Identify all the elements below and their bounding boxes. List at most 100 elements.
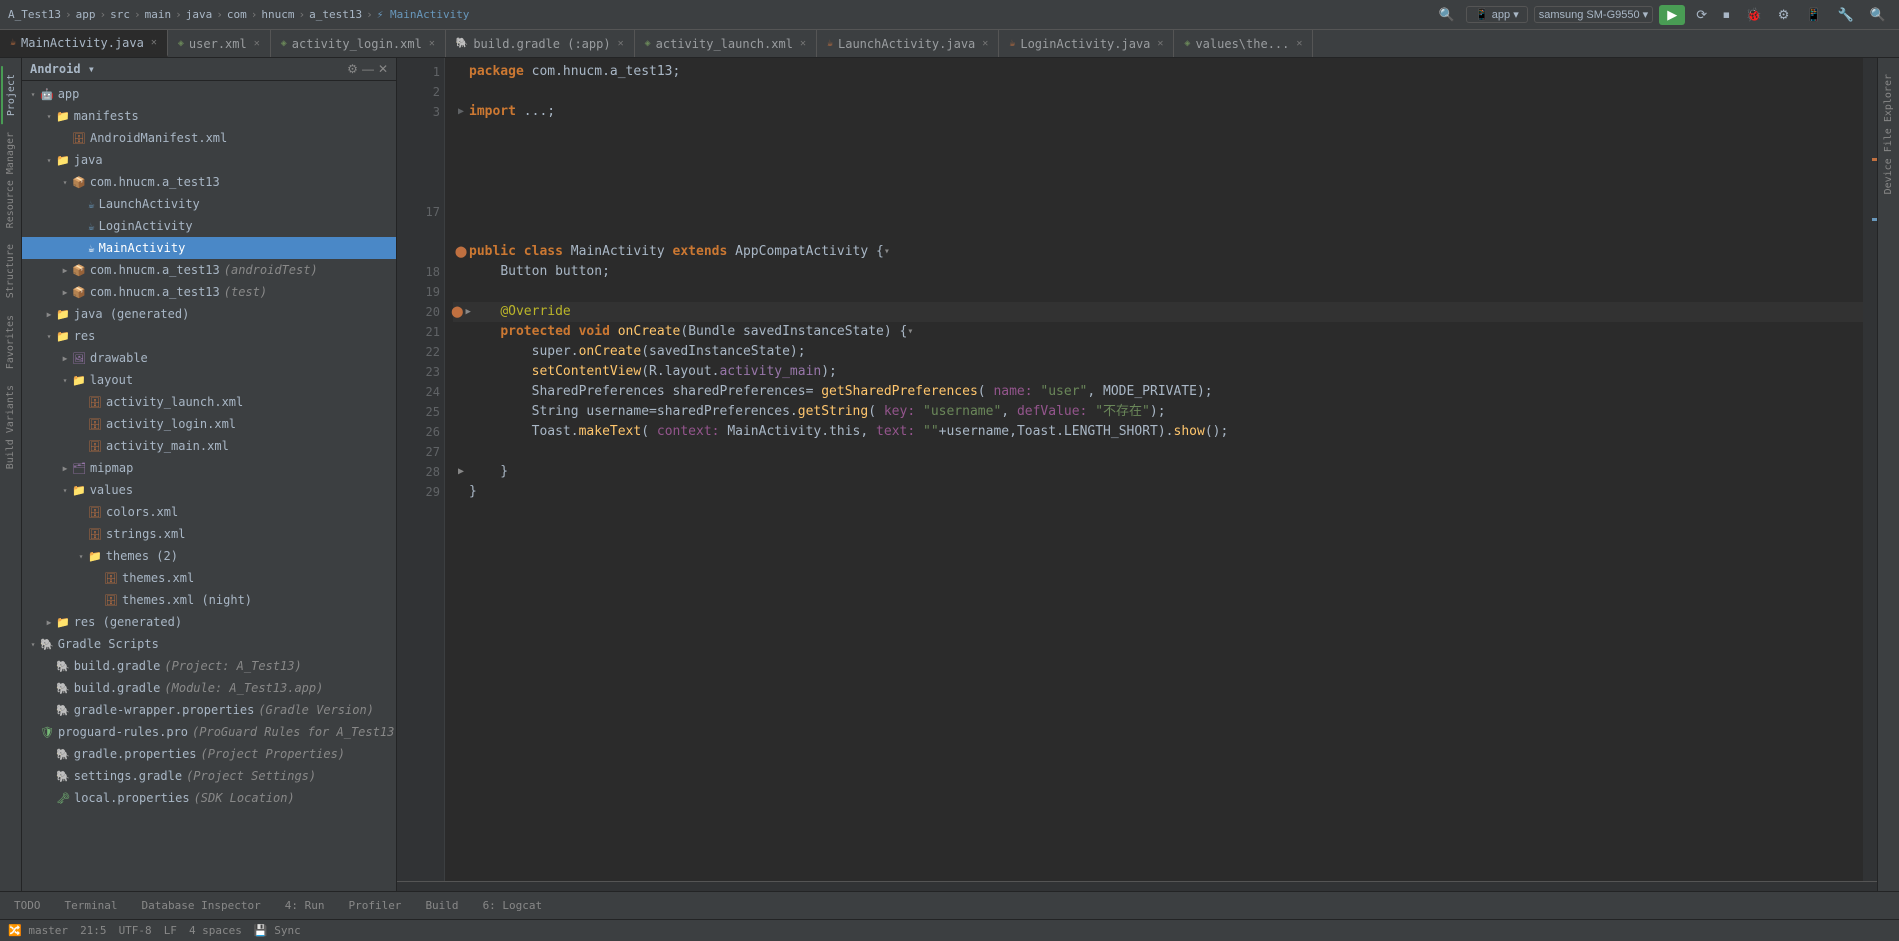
tree-icon-cogwheel[interactable]: ⚙ <box>347 62 358 76</box>
tab-activity-login-xml[interactable]: ◈ activity_login.xml ✕ <box>271 30 446 57</box>
bottom-tab-build[interactable]: Build <box>419 897 464 914</box>
code-editor[interactable]: 1 2 3 17 18 19 20 21 22 23 24 25 26 27 2… <box>397 58 1877 891</box>
avd-btn[interactable]: 📱 <box>1800 5 1826 25</box>
tree-item-mipmap[interactable]: ▶ 🗂 mipmap <box>22 457 396 479</box>
tree-icon-close[interactable]: ✕ <box>378 62 388 76</box>
settings-btn[interactable]: ⚙ <box>1773 5 1795 25</box>
tab-values-the[interactable]: ◈ values\the... ✕ <box>1174 30 1313 57</box>
tab-launchactivity[interactable]: ☕ LaunchActivity.java ✕ <box>817 30 999 57</box>
tab-activity-launch-xml-close[interactable]: ✕ <box>800 38 806 49</box>
breadcrumb-app[interactable]: app <box>76 8 96 21</box>
sidebar-tab-resource-manager[interactable]: Resource Manager <box>2 124 19 236</box>
tree-item-gradle-wrapper[interactable]: 🐘 gradle-wrapper.properties (Gradle Vers… <box>22 699 396 721</box>
tree-item-app[interactable]: ▾ 🤖 app <box>22 83 396 105</box>
tree-item-activity-launch[interactable]: 🗄 activity_launch.xml <box>22 391 396 413</box>
tree-item-test[interactable]: ▶ 📦 com.hnucm.a_test13 (test) <box>22 281 396 303</box>
tab-user-xml-close[interactable]: ✕ <box>254 38 260 49</box>
tree-item-manifests[interactable]: ▾ 📁 manifests <box>22 105 396 127</box>
tree-item-com-hnucm[interactable]: ▾ 📦 com.hnucm.a_test13 <box>22 171 396 193</box>
run-button[interactable]: ▶ <box>1659 5 1685 25</box>
tree-item-mainactivity[interactable]: ☕ MainActivity <box>22 237 396 259</box>
tree-item-gradle-props[interactable]: 🐘 gradle.properties (Project Properties) <box>22 743 396 765</box>
tree-item-androidmanifest[interactable]: 🗄 AndroidManifest.xml <box>22 127 396 149</box>
bottom-tab-run[interactable]: 4: Run <box>279 897 331 914</box>
tree-item-drawable[interactable]: ▶ 🖼 drawable <box>22 347 396 369</box>
tree-item-build-gradle-module[interactable]: 🐘 build.gradle (Module: A_Test13.app) <box>22 677 396 699</box>
tree-item-themes-xml-night[interactable]: 🗄 themes.xml (night) <box>22 589 396 611</box>
sidebar-tab-build-variants[interactable]: Build Variants <box>2 377 19 477</box>
tab-build-gradle[interactable]: 🐘 build.gradle (:app) ✕ <box>446 30 635 57</box>
tree-item-res[interactable]: ▾ 📁 res <box>22 325 396 347</box>
tree-item-gradle-scripts[interactable]: ▾ 🐘 Gradle Scripts <box>22 633 396 655</box>
breadcrumb-hnucm[interactable]: hnucm <box>261 8 294 21</box>
sidebar-tab-favorites[interactable]: Favorites <box>2 307 19 377</box>
breadcrumb-a-test13-2[interactable]: a_test13 <box>309 8 362 21</box>
breadcrumb-src[interactable]: src <box>110 8 130 21</box>
tree-item-values[interactable]: ▾ 📁 values <box>22 479 396 501</box>
status-indent[interactable]: 4 spaces <box>189 924 242 937</box>
tree-item-launchactivity[interactable]: ☕ LaunchActivity <box>22 193 396 215</box>
tree-item-colors-xml[interactable]: 🗄 colors.xml <box>22 501 396 523</box>
tab-user-xml[interactable]: ◈ user.xml ✕ <box>168 30 271 57</box>
code-content[interactable]: package com.hnucm.a_test13 ; ▶ import ..… <box>445 58 1863 881</box>
tree-body[interactable]: ▾ 🤖 app ▾ 📁 manifests 🗄 AndroidManifest.… <box>22 81 396 891</box>
bottom-tab-database[interactable]: Database Inspector <box>135 897 266 914</box>
status-encoding[interactable]: UTF-8 <box>119 924 152 937</box>
tree-item-proguard[interactable]: 🛡 proguard-rules.pro (ProGuard Rules for… <box>22 721 396 743</box>
tree-item-themes-xml[interactable]: 🗄 themes.xml <box>22 567 396 589</box>
tab-activity-login-xml-close[interactable]: ✕ <box>429 38 435 49</box>
rerun-btn[interactable]: ⟳ <box>1691 5 1712 25</box>
status-memory[interactable]: 💾 Sync <box>254 924 301 937</box>
bottom-tab-profiler[interactable]: Profiler <box>342 897 407 914</box>
sidebar-tab-structure[interactable]: Structure <box>2 236 19 306</box>
breadcrumb-com[interactable]: com <box>227 8 247 21</box>
tree-item-local-props[interactable]: 🗝 local.properties (SDK Location) <box>22 787 396 809</box>
tab-values-the-close[interactable]: ✕ <box>1296 38 1302 49</box>
status-line-sep[interactable]: LF <box>164 924 177 937</box>
tree-item-java[interactable]: ▾ 📁 java <box>22 149 396 171</box>
tree-item-layout[interactable]: ▾ 📁 layout <box>22 369 396 391</box>
breadcrumb-mainactivity[interactable]: ⚡ MainActivity <box>377 8 470 21</box>
status-git[interactable]: 🔀 master <box>8 924 68 937</box>
status-line-col[interactable]: 21:5 <box>80 924 107 937</box>
app-selector[interactable]: 📱 app ▾ <box>1466 6 1528 23</box>
tab-build-gradle-close[interactable]: ✕ <box>618 38 624 49</box>
breadcrumb-a-test13[interactable]: A_Test13 <box>8 8 61 21</box>
sidebar-tab-project[interactable]: Project <box>1 66 20 124</box>
tab-activity-launch-xml[interactable]: ◈ activity_launch.xml ✕ <box>635 30 817 57</box>
attach-debugger-btn[interactable]: 🐞 <box>1741 5 1767 25</box>
tree-item-themes[interactable]: ▾ 📁 themes (2) <box>22 545 396 567</box>
tree-item-res-generated[interactable]: ▶ 📁 res (generated) <box>22 611 396 633</box>
bottom-tab-todo[interactable]: TODO <box>8 897 47 914</box>
bottom-tab-logcat[interactable]: 6: Logcat <box>477 897 549 914</box>
tree-item-strings-xml[interactable]: 🗄 strings.xml <box>22 523 396 545</box>
search-btn[interactable]: 🔍 <box>1865 5 1891 25</box>
bottom-tab-terminal[interactable]: Terminal <box>59 897 124 914</box>
tab-mainactivity-close[interactable]: ✕ <box>151 37 157 48</box>
fold-22[interactable]: ▾ <box>907 322 913 342</box>
breadcrumb-main[interactable]: main <box>145 8 172 21</box>
breadcrumb-java[interactable]: java <box>186 8 213 21</box>
tree-item-java-generated[interactable]: ▶ 📁 java (generated) <box>22 303 396 325</box>
device-selector[interactable]: samsung SM-G9550 ▾ <box>1534 6 1653 23</box>
tree-item-activity-login[interactable]: 🗄 activity_login.xml <box>22 413 396 435</box>
tab-launchactivity-close[interactable]: ✕ <box>982 38 988 49</box>
tab-loginactivity-close[interactable]: ✕ <box>1157 38 1163 49</box>
tree-icon-collapse[interactable]: — <box>362 62 374 76</box>
sdk-btn[interactable]: 🔧 <box>1833 5 1859 25</box>
bottom-scrollbar[interactable] <box>397 881 1877 891</box>
tree-item-activity-main[interactable]: 🗄 activity_main.xml <box>22 435 396 457</box>
sidebar-tab-device-file-explorer[interactable]: Device File Explorer <box>1880 66 1897 202</box>
tree-header-icons: ⚙ — ✕ <box>347 62 388 76</box>
stop-btn[interactable]: ⏹ <box>1718 5 1735 25</box>
tree-item-androidtest[interactable]: ▶ 📦 com.hnucm.a_test13 (androidTest) <box>22 259 396 281</box>
search-everywhere-btn[interactable]: 🔍 <box>1434 5 1460 25</box>
tree-item-build-gradle-project[interactable]: 🐘 build.gradle (Project: A_Test13) <box>22 655 396 677</box>
fold-18[interactable]: ▾ <box>884 242 890 262</box>
right-scrollbar[interactable] <box>1863 58 1877 881</box>
tab-mainactivity[interactable]: ☕ MainActivity.java ✕ <box>0 30 168 57</box>
tab-loginactivity[interactable]: ☕ LoginActivity.java ✕ <box>999 30 1174 57</box>
tree-header: Android ▾ ⚙ — ✕ <box>22 58 396 81</box>
tree-item-loginactivity[interactable]: ☕ LoginActivity <box>22 215 396 237</box>
tree-item-settings-gradle[interactable]: 🐘 settings.gradle (Project Settings) <box>22 765 396 787</box>
